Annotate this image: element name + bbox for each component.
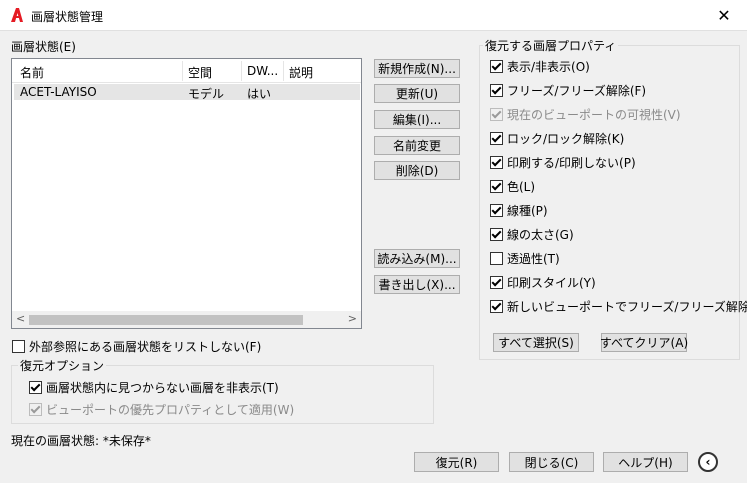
check-icon bbox=[491, 132, 502, 143]
check-icon bbox=[491, 300, 502, 311]
property-checkbox: 現在のビューポートの可視性(V) bbox=[490, 106, 681, 123]
column-header-space[interactable]: 空間 bbox=[188, 64, 212, 81]
check-icon bbox=[491, 60, 502, 71]
checkbox-box[interactable] bbox=[490, 84, 503, 97]
property-checkbox-label: 新しいビューポートでフリーズ/フリーズ解除(Z) bbox=[507, 300, 747, 314]
column-header-dw[interactable]: DW... bbox=[247, 64, 278, 78]
check-icon bbox=[491, 156, 502, 167]
apply-viewport-checkbox: ビューポートの優先プロパティとして適用(W) bbox=[29, 401, 294, 418]
export-button[interactable]: 書き出し(X)... bbox=[374, 275, 460, 294]
property-checkbox-label: 現在のビューポートの可視性(V) bbox=[507, 108, 681, 122]
check-icon bbox=[491, 84, 502, 95]
hide-not-found-checkbox[interactable]: 画層状態内に見つからない画層を非表示(T) bbox=[29, 379, 279, 396]
property-checkbox[interactable]: 新しいビューポートでフリーズ/フリーズ解除(Z) bbox=[490, 298, 747, 315]
title-bar: 画層状態管理 ✕ bbox=[0, 0, 747, 31]
row-space: モデル bbox=[188, 87, 225, 101]
xref-checkbox[interactable]: 外部参照にある画層状態をリストしない(F) bbox=[12, 338, 261, 355]
checkbox-box[interactable] bbox=[490, 180, 503, 193]
property-checkbox-label: フリーズ/フリーズ解除(F) bbox=[507, 84, 647, 98]
property-checkbox-label: 線種(P) bbox=[507, 204, 548, 218]
close-button[interactable]: 閉じる(C) bbox=[509, 452, 594, 472]
property-checkbox[interactable]: フリーズ/フリーズ解除(F) bbox=[490, 82, 646, 99]
property-checkbox[interactable]: 印刷スタイル(Y) bbox=[490, 274, 596, 291]
restore-properties-title: 復元する画層プロパティ bbox=[483, 37, 619, 54]
close-icon[interactable]: ✕ bbox=[701, 0, 747, 31]
property-checkbox[interactable]: 色(L) bbox=[490, 178, 535, 195]
table-row[interactable]: ACET-LAYISO モデル はい bbox=[14, 84, 360, 101]
property-checkbox-label: 透過性(T) bbox=[507, 252, 560, 266]
current-layer-state: 現在の画層状態: *未保存* bbox=[11, 434, 151, 448]
property-checkbox[interactable]: ロック/ロック解除(K) bbox=[490, 130, 624, 147]
horizontal-scrollbar[interactable]: < > bbox=[12, 311, 361, 328]
property-checkbox-label: ロック/ロック解除(K) bbox=[507, 132, 625, 146]
help-button[interactable]: ヘルプ(H) bbox=[603, 452, 688, 472]
property-checkbox[interactable]: 線の太さ(G) bbox=[490, 226, 574, 243]
check-icon bbox=[491, 228, 502, 239]
hide-not-found-label: 画層状態内に見つからない画層を非表示(T) bbox=[46, 381, 279, 395]
checkbox-box[interactable] bbox=[490, 60, 503, 73]
restore-button[interactable]: 復元(R) bbox=[414, 452, 499, 472]
delete-button[interactable]: 削除(D) bbox=[374, 161, 460, 180]
restore-options-title: 復元オプション bbox=[18, 357, 107, 374]
edit-button[interactable]: 編集(I)... bbox=[374, 110, 460, 129]
checkbox-box bbox=[490, 108, 503, 121]
property-checkbox[interactable]: 表示/非表示(O) bbox=[490, 58, 590, 75]
property-checkbox[interactable]: 線種(P) bbox=[490, 202, 548, 219]
clear-all-button[interactable]: すべてクリア(A) bbox=[600, 333, 688, 352]
scroll-left-icon[interactable]: < bbox=[16, 312, 25, 325]
rename-button[interactable]: 名前変更 bbox=[374, 136, 460, 155]
new-button[interactable]: 新規作成(N)... bbox=[374, 59, 460, 78]
checkbox-box[interactable] bbox=[490, 276, 503, 289]
checkbox-box[interactable] bbox=[490, 156, 503, 169]
check-icon bbox=[491, 204, 502, 215]
check-icon bbox=[491, 276, 502, 287]
check-icon bbox=[30, 403, 41, 414]
autocad-a-icon bbox=[11, 8, 23, 22]
property-checkbox-label: 印刷スタイル(Y) bbox=[507, 276, 596, 290]
property-checkbox-label: 印刷する/印刷しない(P) bbox=[507, 156, 636, 170]
scrollbar-thumb[interactable] bbox=[29, 315, 303, 325]
check-icon bbox=[491, 108, 502, 119]
property-checkbox-label: 線の太さ(G) bbox=[507, 228, 574, 242]
checkbox-box bbox=[29, 403, 42, 416]
collapse-icon[interactable]: ‹ bbox=[698, 452, 718, 472]
import-button[interactable]: 読み込み(M)... bbox=[374, 249, 460, 268]
scroll-right-icon[interactable]: > bbox=[348, 312, 357, 325]
column-header-name[interactable]: 名前 bbox=[20, 64, 44, 81]
xref-checkbox-label: 外部参照にある画層状態をリストしない(F) bbox=[29, 340, 262, 354]
layer-states-label: 画層状態(E) bbox=[11, 40, 76, 54]
check-icon bbox=[491, 180, 502, 191]
row-name: ACET-LAYISO bbox=[20, 85, 97, 99]
checkbox-box[interactable] bbox=[490, 300, 503, 313]
property-checkbox-label: 表示/非表示(O) bbox=[507, 60, 590, 74]
checkbox-box[interactable] bbox=[12, 340, 25, 353]
update-button[interactable]: 更新(U) bbox=[374, 84, 460, 103]
layer-states-list[interactable]: 名前 空間 DW... 説明 ACET-LAYISO モデル はい < > bbox=[11, 58, 362, 329]
select-all-button[interactable]: すべて選択(S) bbox=[493, 333, 579, 352]
check-icon bbox=[30, 381, 41, 392]
property-checkbox-label: 色(L) bbox=[507, 180, 536, 194]
row-dw: はい bbox=[247, 87, 272, 101]
window-title: 画層状態管理 bbox=[31, 10, 104, 24]
property-checkbox[interactable]: 透過性(T) bbox=[490, 250, 560, 267]
apply-viewport-label: ビューポートの優先プロパティとして適用(W) bbox=[46, 403, 295, 417]
checkbox-box[interactable] bbox=[490, 132, 503, 145]
checkbox-box[interactable] bbox=[490, 228, 503, 241]
list-header: 名前 空間 DW... 説明 bbox=[12, 59, 361, 83]
checkbox-box[interactable] bbox=[490, 204, 503, 217]
column-header-description[interactable]: 説明 bbox=[289, 64, 313, 81]
property-checkbox[interactable]: 印刷する/印刷しない(P) bbox=[490, 154, 636, 171]
checkbox-box[interactable] bbox=[490, 252, 503, 265]
checkbox-box[interactable] bbox=[29, 381, 42, 394]
